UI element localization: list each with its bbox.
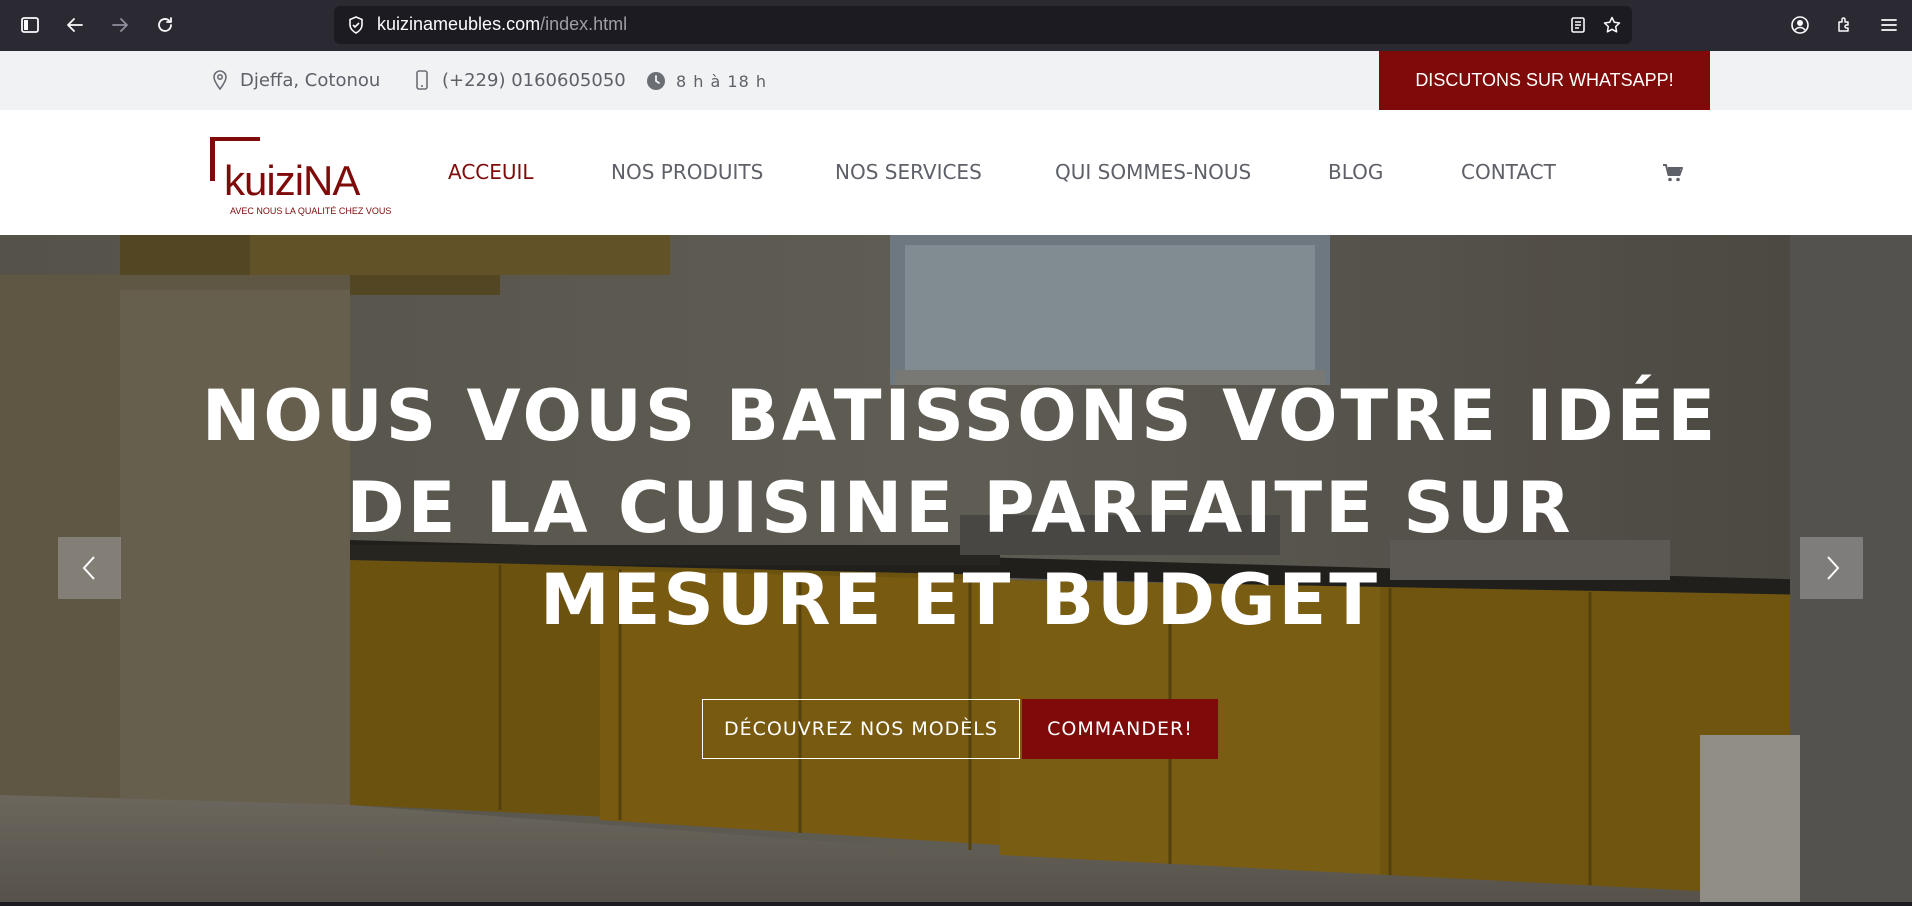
phone-info[interactable]: (+229) 0160605050 xyxy=(412,69,626,91)
kuizina-logo[interactable]: kuiziNA AVEC NOUS LA QUALITÉ CHEZ VOUS xyxy=(208,135,392,221)
nav-item-contact[interactable]: CONTACT xyxy=(1461,160,1556,184)
location-text: Djeffa, Cotonou xyxy=(240,69,381,91)
clock-icon xyxy=(647,72,665,90)
bottom-edge xyxy=(0,902,1912,906)
nav-item-nos-produits[interactable]: NOS PRODUITS xyxy=(611,160,763,184)
discover-models-button[interactable]: DÉCOUVREZ NOS MODÈLS xyxy=(702,699,1020,759)
reader-view-icon[interactable] xyxy=(1564,11,1592,39)
phone-text: (+229) 0160605050 xyxy=(442,69,626,91)
location-info: Djeffa, Cotonou xyxy=(210,69,380,91)
sidebar-toggle-icon[interactable] xyxy=(16,11,44,39)
nav-item-blog[interactable]: BLOG xyxy=(1328,160,1383,184)
carousel-next-button[interactable] xyxy=(1800,537,1863,599)
menu-icon[interactable] xyxy=(1875,11,1903,39)
hero-title: NOUS VOUS BATISSONS VOTRE IDÉE DE LA CUI… xyxy=(160,370,1760,646)
hours-info: 8 h à 18 h xyxy=(646,71,767,91)
url-text: kuizinameubles.com/index.html xyxy=(377,14,627,35)
reload-icon[interactable] xyxy=(151,11,179,39)
url-path: /index.html xyxy=(540,14,628,34)
address-bar[interactable]: kuizinameubles.com/index.html xyxy=(334,6,1632,44)
url-domain: kuizinameubles.com xyxy=(377,14,541,34)
extensions-icon[interactable] xyxy=(1831,11,1859,39)
nav-item-accueil[interactable]: ACCEUIL xyxy=(448,160,534,184)
logo-tagline: AVEC NOUS LA QUALITÉ CHEZ VOUS xyxy=(230,206,391,216)
mobile-phone-icon xyxy=(416,70,428,90)
nav-item-nos-services[interactable]: NOS SERVICES xyxy=(835,160,982,184)
back-icon[interactable] xyxy=(61,11,89,39)
account-icon[interactable] xyxy=(1786,11,1814,39)
order-button[interactable]: COMMANDER! xyxy=(1022,699,1218,759)
browser-toolbar: kuizinameubles.com/index.html xyxy=(0,0,1912,51)
hero-title-line-3: MESURE ET BUDGET xyxy=(539,559,1381,641)
hero-slider: NOUS VOUS BATISSONS VOTRE IDÉE DE LA CUI… xyxy=(0,235,1912,902)
chevron-right-icon xyxy=(1826,556,1839,580)
hero-title-line-2: DE LA CUISINE PARFAITE SUR xyxy=(346,467,1574,549)
bookmark-star-icon[interactable] xyxy=(1598,11,1626,39)
forward-icon[interactable] xyxy=(106,11,134,39)
whatsapp-button[interactable]: DISCUTONS SUR WHATSAPP! xyxy=(1379,51,1710,110)
hours-text: 8 h à 18 h xyxy=(676,71,767,91)
svg-text:kuiziNA: kuiziNA xyxy=(224,157,360,204)
cart-icon[interactable] xyxy=(1662,162,1684,184)
hero-title-line-1: NOUS VOUS BATISSONS VOTRE IDÉE xyxy=(201,375,1719,457)
site-header: kuiziNA AVEC NOUS LA QUALITÉ CHEZ VOUS A… xyxy=(0,110,1912,235)
nav-item-qui-sommes-nous[interactable]: QUI SOMMES-NOUS xyxy=(1055,160,1251,184)
chevron-left-icon xyxy=(82,556,95,580)
carousel-prev-button[interactable] xyxy=(58,537,121,599)
map-pin-icon xyxy=(213,70,227,91)
shield-icon xyxy=(349,16,363,34)
